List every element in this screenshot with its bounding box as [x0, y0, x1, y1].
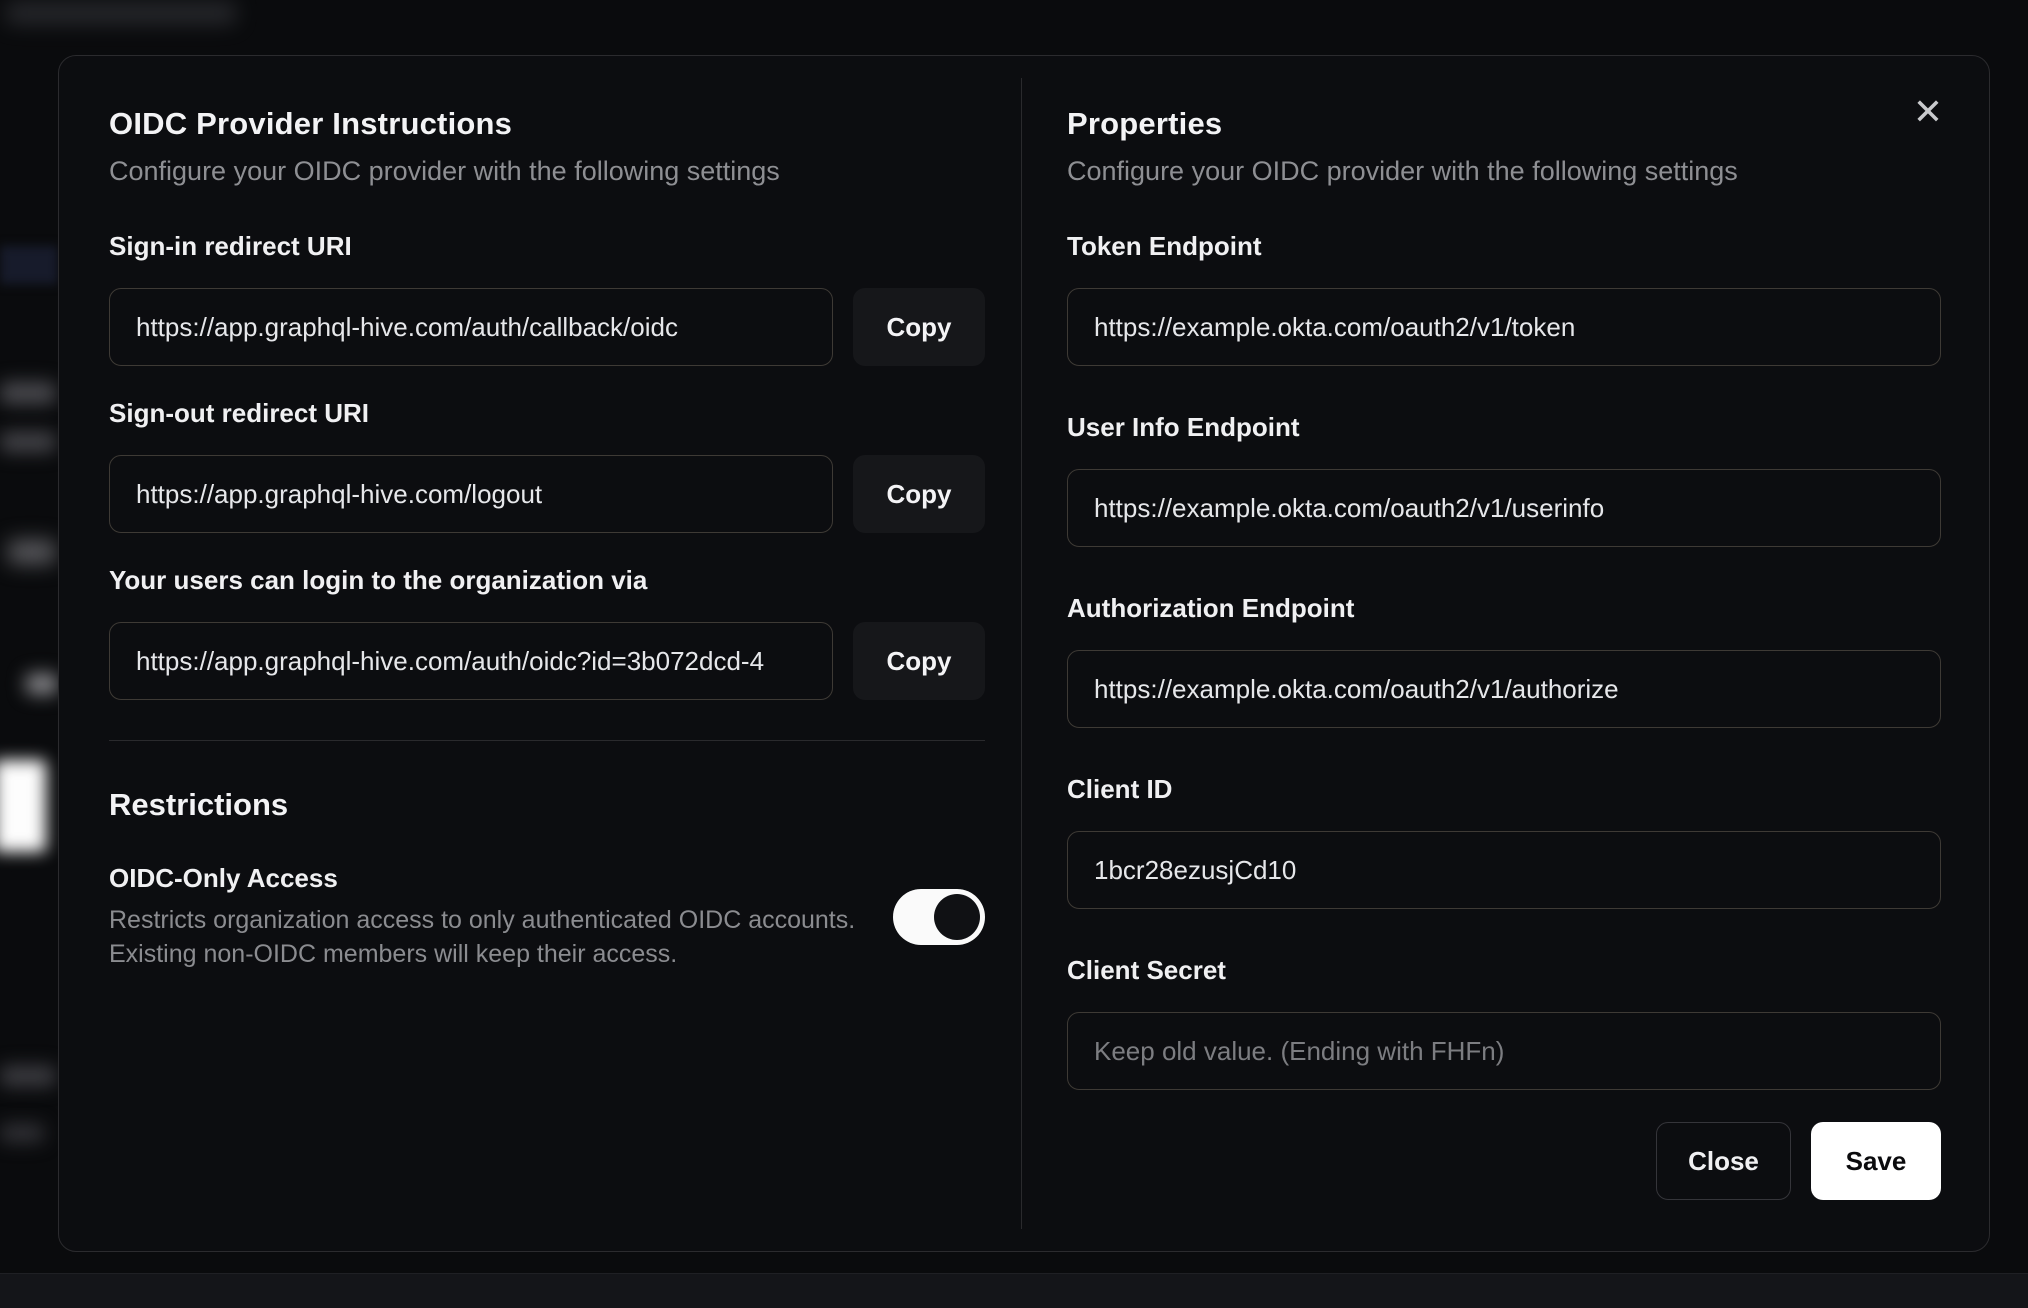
user-info-endpoint-label: User Info Endpoint: [1067, 412, 1300, 442]
save-button[interactable]: Save: [1811, 1122, 1941, 1200]
oidc-only-access-toggle[interactable]: [893, 889, 985, 946]
client-id-input[interactable]: [1067, 831, 1941, 909]
blurred-background-element: [0, 382, 56, 404]
instructions-subtitle: Configure your OIDC provider with the fo…: [109, 156, 780, 186]
toggle-knob: [934, 894, 980, 941]
blurred-background-element: [26, 674, 58, 694]
oidc-only-access-label: OIDC-Only Access: [109, 863, 338, 893]
login-url-row: Copy: [109, 622, 985, 700]
copy-button[interactable]: Copy: [853, 622, 985, 700]
client-secret-input[interactable]: [1067, 1012, 1941, 1090]
copy-button[interactable]: Copy: [853, 455, 985, 533]
signin-redirect-uri-input[interactable]: [109, 288, 833, 366]
token-endpoint-row: [1067, 288, 1941, 366]
blurred-background-element: [0, 432, 56, 452]
client-id-label: Client ID: [1067, 774, 1173, 804]
client-id-row: [1067, 831, 1941, 909]
token-endpoint-input[interactable]: [1067, 288, 1941, 366]
login-url-label: Your users can login to the organization…: [109, 565, 648, 595]
authorization-endpoint-label: Authorization Endpoint: [1067, 593, 1355, 623]
instructions-column: OIDC Provider Instructions Configure you…: [59, 56, 1021, 1251]
login-url-input[interactable]: [109, 622, 833, 700]
signout-redirect-uri-row: Copy: [109, 455, 985, 533]
blurred-background-text: [6, 2, 236, 24]
page-bottom-strip: [0, 1273, 2028, 1308]
properties-column: ✕ Properties Configure your OIDC provide…: [1022, 56, 1989, 1251]
section-divider: [109, 740, 985, 741]
user-info-endpoint-row: [1067, 469, 1941, 547]
client-secret-row: [1067, 1012, 1941, 1090]
restrictions-title: Restrictions: [109, 787, 289, 822]
signin-redirect-uri-label: Sign-in redirect URI: [109, 231, 352, 261]
authorization-endpoint-input[interactable]: [1067, 650, 1941, 728]
authorization-endpoint-row: [1067, 650, 1941, 728]
blurred-background-highlight: [0, 760, 46, 852]
blurred-background-element: [0, 1066, 56, 1086]
oidc-only-access-description: Restricts organization access to only au…: [109, 906, 856, 968]
dialog-actions: Close Save: [1067, 1122, 1941, 1200]
properties-subtitle: Configure your OIDC provider with the fo…: [1067, 156, 1738, 186]
blurred-background-element: [8, 540, 56, 564]
blurred-background-element: [0, 1124, 44, 1142]
close-icon[interactable]: ✕: [1913, 94, 1943, 130]
signout-redirect-uri-input[interactable]: [109, 455, 833, 533]
client-secret-label: Client Secret: [1067, 955, 1226, 985]
signin-redirect-uri-row: Copy: [109, 288, 985, 366]
copy-button[interactable]: Copy: [853, 288, 985, 366]
token-endpoint-label: Token Endpoint: [1067, 231, 1262, 261]
user-info-endpoint-input[interactable]: [1067, 469, 1941, 547]
oidc-only-access-row: OIDC-Only Access Restricts organization …: [109, 863, 985, 972]
instructions-title: OIDC Provider Instructions: [109, 106, 513, 141]
oidc-only-access-text: OIDC-Only Access Restricts organization …: [109, 863, 855, 972]
oidc-settings-dialog: OIDC Provider Instructions Configure you…: [58, 55, 1990, 1252]
properties-title: Properties: [1067, 106, 1223, 141]
signout-redirect-uri-label: Sign-out redirect URI: [109, 398, 370, 428]
close-button[interactable]: Close: [1656, 1122, 1791, 1200]
blurred-background-element: [0, 246, 58, 284]
